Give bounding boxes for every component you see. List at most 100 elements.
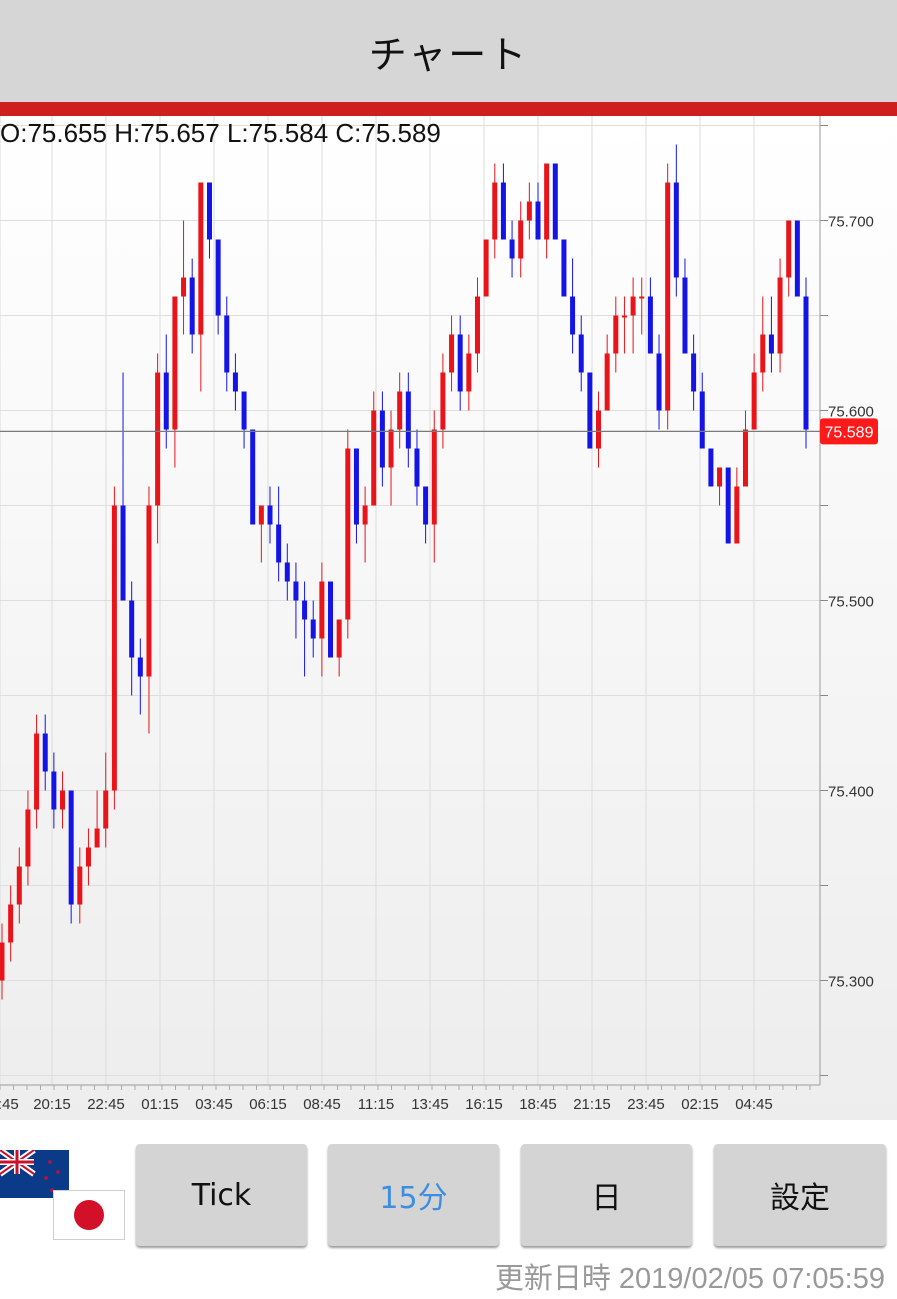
candle-body xyxy=(276,524,282,563)
candle-body xyxy=(146,505,152,677)
candle-body xyxy=(51,771,57,810)
candle-body xyxy=(604,353,610,411)
candle-body xyxy=(42,733,48,772)
candle-body xyxy=(94,828,100,848)
candle-body xyxy=(665,182,671,411)
candle-body xyxy=(500,182,506,240)
candle-body xyxy=(734,486,740,544)
candle-body xyxy=(77,866,83,905)
candle-body xyxy=(544,163,550,240)
daily-button-label: 日 xyxy=(591,1181,622,1216)
candle-body xyxy=(786,220,792,278)
candle-body xyxy=(25,809,31,867)
tick-button[interactable]: Tick xyxy=(136,1144,307,1246)
candle-body xyxy=(691,353,697,392)
y-tick-label: 75.500 xyxy=(828,594,874,611)
candle-body xyxy=(518,220,524,259)
x-tick-label: 08:45 xyxy=(303,1096,341,1113)
candle-body xyxy=(345,448,351,620)
candle-body xyxy=(111,505,117,791)
candle-body xyxy=(120,505,126,601)
y-tick-label: 75.700 xyxy=(828,214,874,231)
candle-body xyxy=(647,296,653,354)
candle-body xyxy=(587,372,593,449)
candle-body xyxy=(768,334,774,354)
app-header: チャート xyxy=(0,0,897,102)
candle-body xyxy=(224,315,230,373)
y-tick-label: 75.300 xyxy=(828,974,874,991)
x-tick-label: 16:15 xyxy=(465,1096,503,1113)
candle-body xyxy=(682,277,688,354)
candlestick-chart[interactable]: 75.700 75.600 75.500 75.400 75.300 17:45 20:15… xyxy=(0,116,897,1120)
x-tick-label: 13:45 xyxy=(411,1096,449,1113)
candle-body xyxy=(621,315,627,318)
interval-15min-button[interactable]: 15分 xyxy=(328,1144,499,1246)
candle-body xyxy=(68,790,74,905)
candle-body xyxy=(388,429,394,468)
candle-body xyxy=(466,353,472,392)
candle-body xyxy=(405,391,411,449)
candle-body xyxy=(371,410,377,506)
jp-flag-icon[interactable] xyxy=(53,1190,125,1240)
candle-body xyxy=(449,334,455,373)
candle-body xyxy=(198,182,204,335)
candle-body xyxy=(561,239,567,297)
candle-body xyxy=(250,429,256,525)
candle-body xyxy=(85,847,91,867)
candle-body xyxy=(751,372,757,430)
candle-body xyxy=(613,315,619,354)
candle-body xyxy=(16,866,22,905)
candle-body xyxy=(483,239,489,297)
x-tick-label: 18:45 xyxy=(519,1096,557,1113)
x-tick-label: 22:45 xyxy=(87,1096,125,1113)
candle-body xyxy=(725,467,731,544)
chart-area[interactable]: 75.700 75.600 75.500 75.400 75.300 17:45 20:15… xyxy=(0,116,897,1120)
candle-body xyxy=(293,581,299,601)
candle-body xyxy=(163,372,169,430)
x-tick-label: 17:45 xyxy=(0,1096,19,1113)
candle-body xyxy=(241,391,247,430)
candle-body xyxy=(267,505,273,525)
candle-body xyxy=(708,448,714,487)
x-tick-label: 01:15 xyxy=(141,1096,179,1113)
candle-body xyxy=(777,277,783,354)
candle-body xyxy=(155,372,161,506)
candle-body xyxy=(129,600,135,658)
y-tick-label: 75.600 xyxy=(828,404,874,421)
accent-bar xyxy=(0,102,897,116)
candle-body xyxy=(656,353,662,411)
candle-body xyxy=(103,790,109,829)
candle-body xyxy=(578,334,584,373)
candle-body xyxy=(34,733,40,810)
candle-body xyxy=(232,372,238,392)
settings-button[interactable]: 設定 xyxy=(714,1144,886,1246)
candle-body xyxy=(630,296,636,316)
candle-body xyxy=(414,448,420,487)
x-tick-label: 21:15 xyxy=(573,1096,611,1113)
x-tick-label: 20:15 xyxy=(33,1096,71,1113)
candle-body xyxy=(699,391,705,449)
x-tick-label: 02:15 xyxy=(681,1096,719,1113)
x-tick-label: 11:15 xyxy=(358,1096,394,1113)
candle-body xyxy=(803,296,809,430)
candle-body xyxy=(379,410,385,468)
candle-body xyxy=(431,429,437,525)
candle-body xyxy=(794,220,800,297)
y-tick-label: 75.400 xyxy=(828,784,874,801)
candle-body xyxy=(457,334,463,392)
candle-body xyxy=(397,391,403,430)
x-tick-label: 04:45 xyxy=(735,1096,773,1113)
candle-body xyxy=(526,201,532,221)
candle-body xyxy=(284,562,290,582)
daily-button[interactable]: 日 xyxy=(521,1144,692,1246)
candle-body xyxy=(206,182,212,240)
tick-button-label: Tick xyxy=(191,1177,252,1213)
candle-body xyxy=(189,277,195,335)
candle-body xyxy=(302,600,308,620)
candle-body xyxy=(552,163,558,240)
current-price-label: 75.589 xyxy=(825,424,874,441)
candle-body xyxy=(319,581,325,639)
candle-body xyxy=(570,296,576,335)
x-tick-label: 03:45 xyxy=(195,1096,233,1113)
settings-button-label: 設定 xyxy=(770,1181,830,1216)
